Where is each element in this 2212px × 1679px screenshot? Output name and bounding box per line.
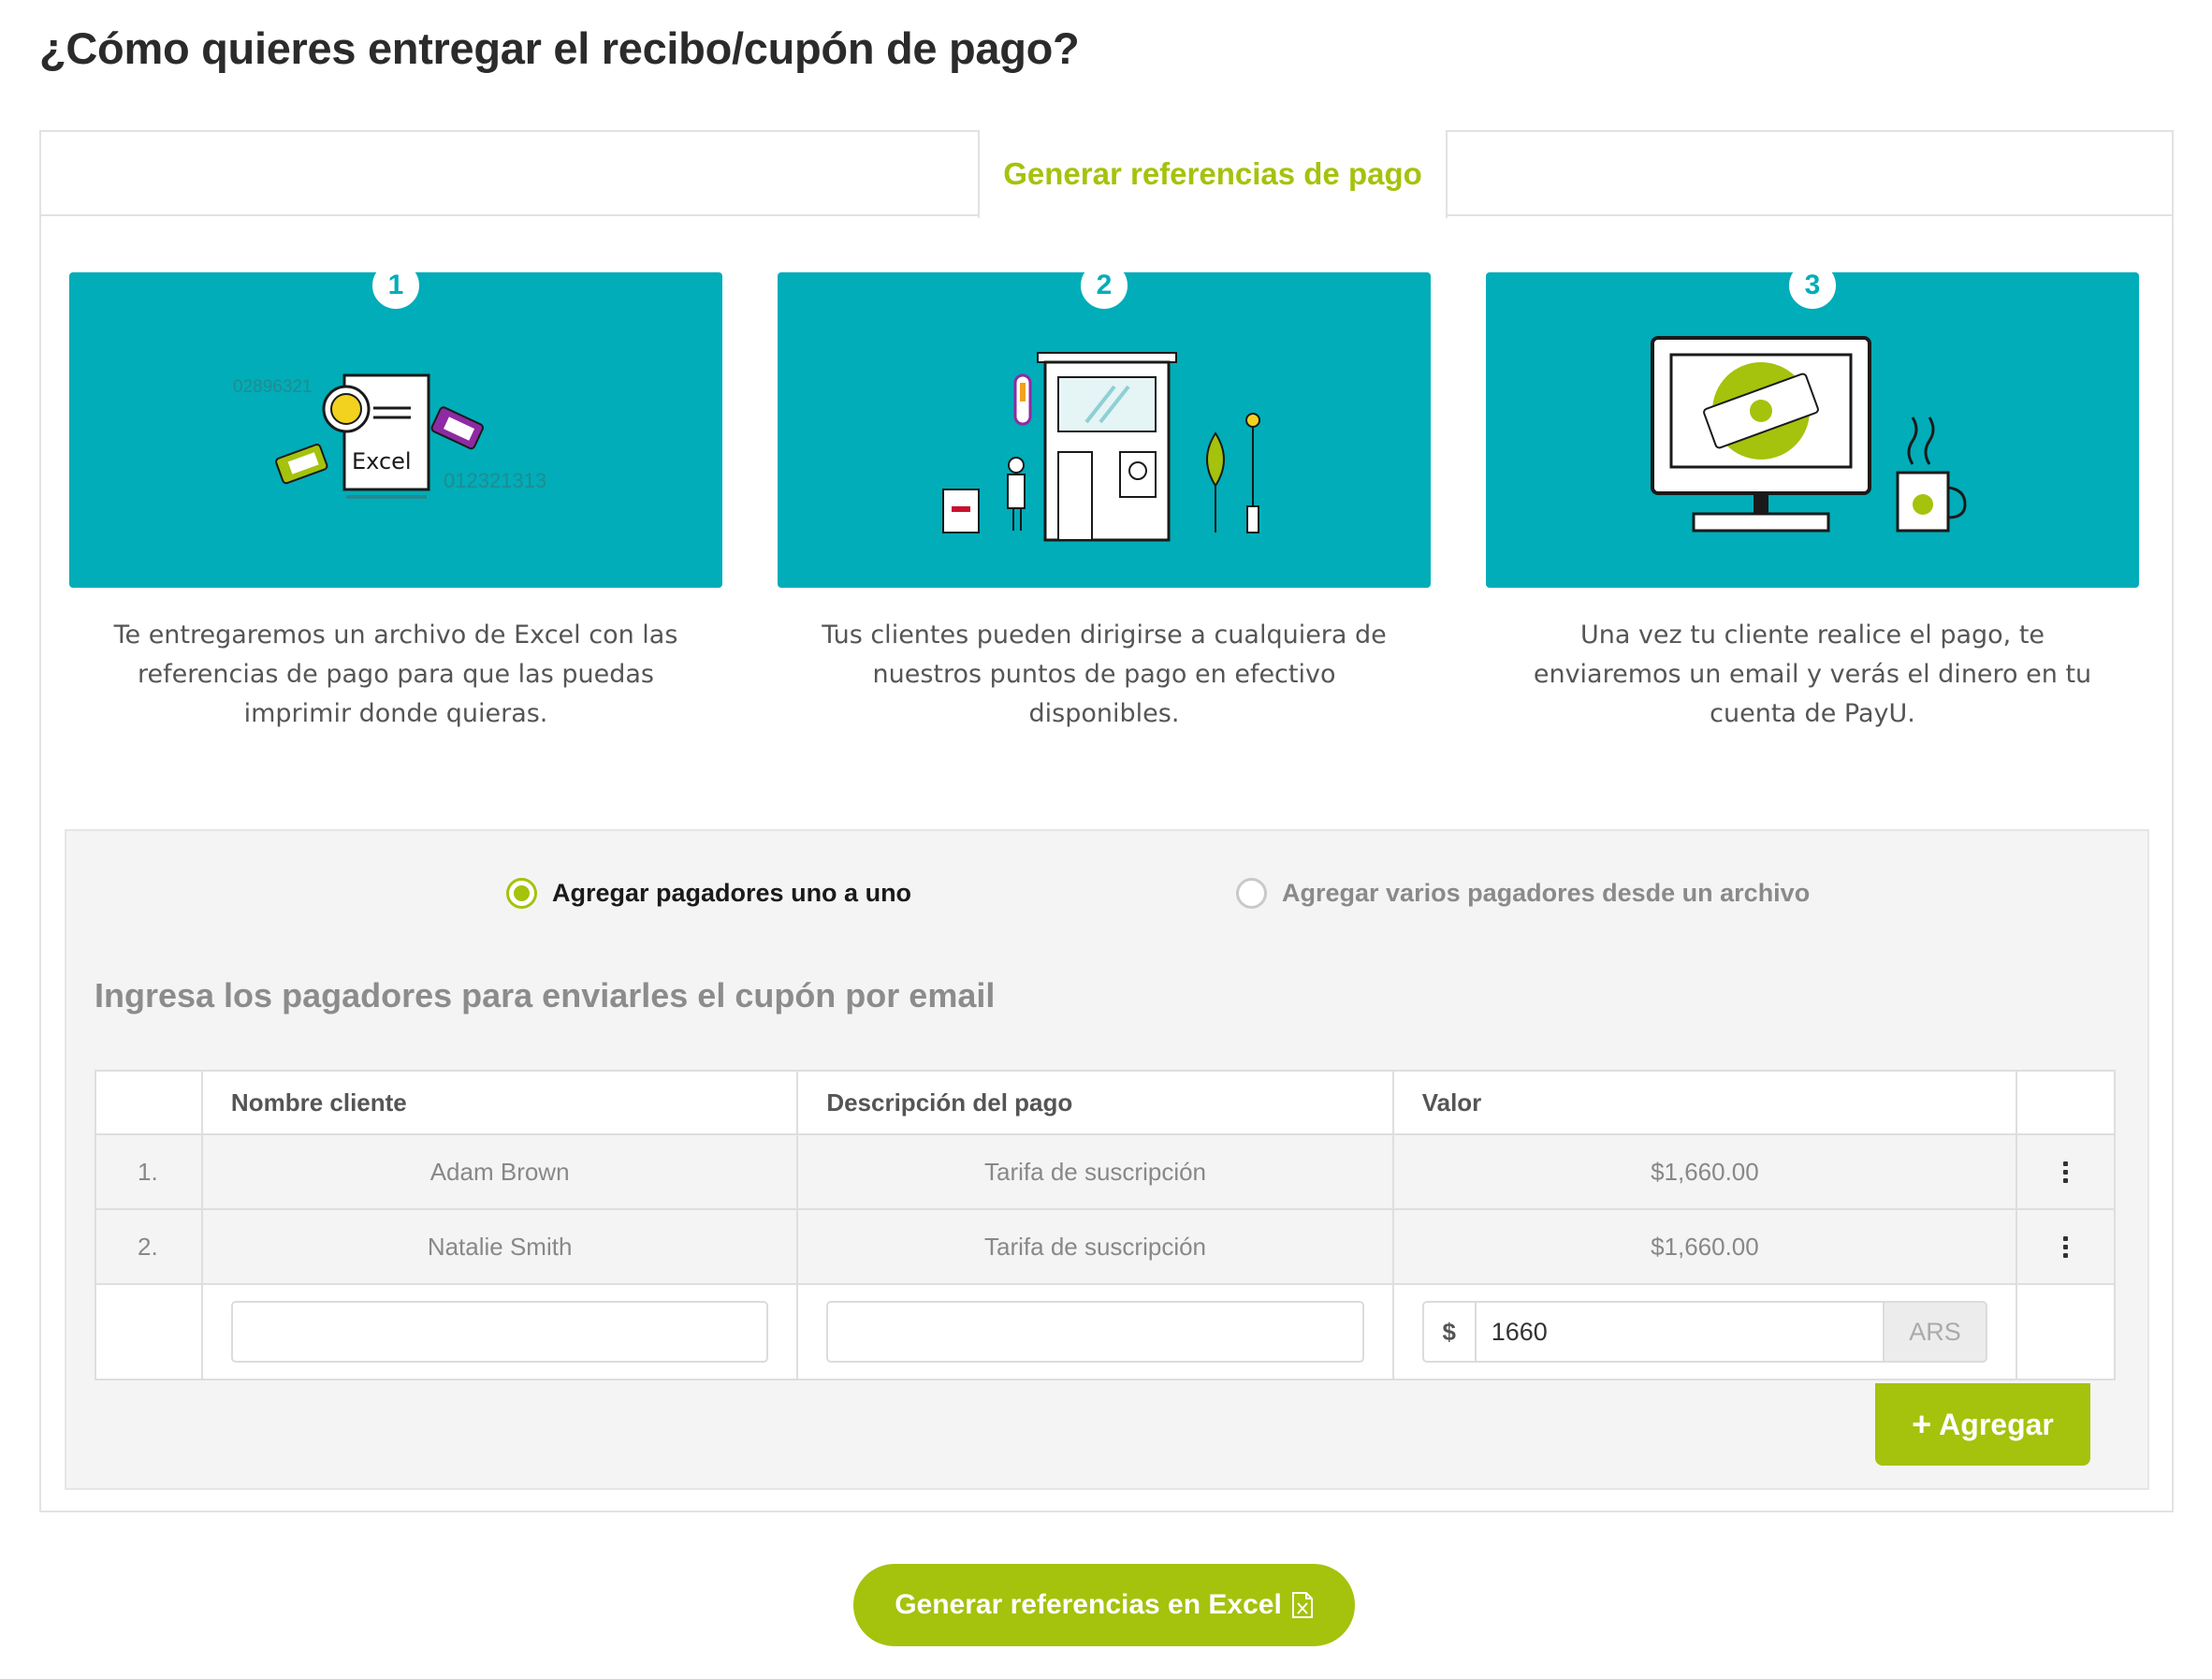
step-3-card: 3: [1486, 272, 2139, 588]
step-2: 2 Tus clientes pueden dirigirse a cualqu…: [778, 272, 1431, 734]
column-header-description: Descripción del pago: [798, 1072, 1394, 1133]
radio-selected-icon: [506, 878, 537, 909]
svg-text:012321313: 012321313: [444, 469, 546, 492]
form-heading: Ingresa los pagadores para enviarles el …: [95, 976, 996, 1015]
amount-input[interactable]: 1660: [1477, 1303, 1883, 1361]
payers-table: Nombre cliente Descripción del pago Valo…: [95, 1070, 2116, 1380]
step-3-description: Una vez tu cliente realice el pago, te e…: [1533, 620, 2092, 728]
table-row: 2. Natalie Smith Tarifa de suscripción $…: [96, 1210, 2114, 1285]
column-header-actions: [2017, 1072, 2114, 1133]
step-1: 02896321 Excel 012321313 1 Te entregarem…: [69, 272, 722, 734]
row-value: $1,660.00: [1394, 1210, 2018, 1283]
new-row-description-cell: [798, 1285, 1394, 1379]
row-value: $1,660.00: [1394, 1135, 2018, 1208]
payers-form: Agregar pagadores uno a uno Agregar vari…: [65, 829, 2149, 1490]
computer-payment-illustration: [1651, 336, 1967, 533]
kebab-menu-icon[interactable]: [2054, 1156, 2077, 1189]
currency-code: ARS: [1883, 1303, 1986, 1361]
generate-excel-button[interactable]: Generar referencias en Excel: [853, 1564, 1355, 1646]
row-description: Tarifa de suscripción: [798, 1210, 1394, 1283]
payment-description-input[interactable]: [826, 1301, 1364, 1363]
kebab-menu-icon[interactable]: [2054, 1231, 2077, 1263]
customer-name-input[interactable]: [230, 1301, 769, 1363]
row-description: Tarifa de suscripción: [798, 1135, 1394, 1208]
svg-text:Excel: Excel: [352, 448, 412, 474]
add-payer-button[interactable]: + Agregar: [1875, 1383, 2090, 1466]
row-name: Natalie Smith: [203, 1210, 799, 1283]
page-title: ¿Cómo quieres entregar el recibo/cupón d…: [39, 23, 1080, 73]
add-payer-button-label: Agregar: [1939, 1407, 2054, 1441]
generate-excel-button-label: Generar referencias en Excel: [895, 1589, 1282, 1620]
step-2-description: Tus clientes pueden dirigirse a cualquie…: [822, 620, 1387, 728]
excel-file-icon: [1291, 1592, 1313, 1618]
radio-add-one-by-one[interactable]: Agregar pagadores uno a uno: [506, 878, 911, 909]
column-header-index: [96, 1072, 203, 1133]
new-payer-row: $ 1660 ARS: [96, 1285, 2114, 1379]
radio-unselected-icon: [1236, 878, 1267, 909]
new-row-actions: [2017, 1285, 2114, 1379]
row-index: 2.: [96, 1210, 203, 1283]
tab-bar: Generar referencias de pago: [41, 130, 2172, 218]
table-header: Nombre cliente Descripción del pago Valo…: [96, 1072, 2114, 1135]
radio-label: Agregar varios pagadores desde un archiv…: [1282, 879, 1811, 907]
row-actions: [2017, 1135, 2114, 1208]
delivery-panel: Generar referencias de pago 02896321 Exc…: [39, 130, 2174, 1512]
step-1-description: Te entregaremos un archivo de Excel con …: [113, 620, 678, 728]
excel-file-illustration: 02896321 Excel 012321313: [233, 373, 546, 499]
plus-icon: +: [1912, 1405, 1932, 1443]
new-row-name-cell: [203, 1285, 799, 1379]
payment-store-illustration: [942, 352, 1260, 542]
row-name: Adam Brown: [203, 1135, 799, 1208]
row-index: 1.: [96, 1135, 203, 1208]
currency-symbol: $: [1424, 1303, 1477, 1361]
step-3: 3 Una vez tu cliente realice el pago, te…: [1486, 272, 2139, 734]
table-row: 1. Adam Brown Tarifa de suscripción $1,6…: [96, 1135, 2114, 1210]
step-2-card: 2: [778, 272, 1431, 588]
svg-text:02896321: 02896321: [233, 377, 313, 397]
step-1-card: 02896321 Excel 012321313 1: [69, 272, 722, 588]
amount-field[interactable]: $ 1660 ARS: [1421, 1301, 1988, 1363]
radio-add-from-file[interactable]: Agregar varios pagadores desde un archiv…: [1236, 878, 1810, 909]
column-header-value: Valor: [1394, 1072, 2018, 1133]
column-header-name: Nombre cliente: [203, 1072, 799, 1133]
payer-mode-selector: Agregar pagadores uno a uno Agregar vari…: [66, 878, 2147, 915]
new-row-value-cell: $ 1660 ARS: [1394, 1285, 2018, 1379]
row-actions: [2017, 1210, 2114, 1283]
radio-label: Agregar pagadores uno a uno: [552, 879, 912, 907]
new-row-index: [96, 1285, 203, 1379]
tab-generate-references[interactable]: Generar referencias de pago: [978, 130, 1448, 218]
